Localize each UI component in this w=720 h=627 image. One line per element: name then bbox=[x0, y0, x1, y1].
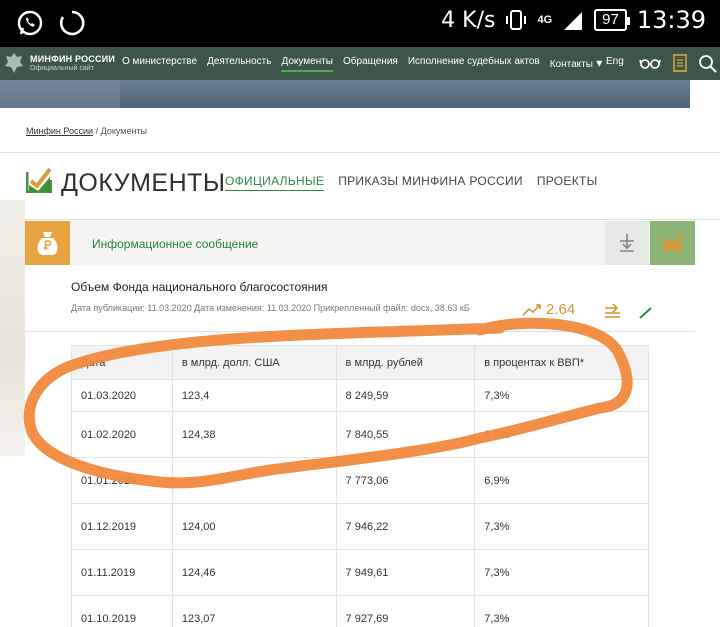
table-cell-gdp: 7,3% bbox=[474, 549, 649, 596]
table-cell-gdp: 7,3% bbox=[474, 503, 649, 550]
table-cell-date: 01.01.2020 bbox=[71, 457, 173, 504]
tools-button[interactable] bbox=[605, 221, 649, 265]
table-cell-date: 01.02.2020 bbox=[71, 411, 173, 458]
page-title: ДОКУМЕНТЫ bbox=[61, 169, 226, 197]
table-row: 01.11.2019 124,46 7 949,61 7,3% bbox=[71, 549, 649, 596]
table-cell-gdp: 7,3% bbox=[474, 595, 649, 627]
breadcrumb: Минфин России / Документы bbox=[26, 126, 147, 136]
money-bag-icon bbox=[37, 232, 58, 255]
site-header: МИНФИН РОССИИ Официальный сайт О министе… bbox=[0, 47, 720, 80]
table-cell-date: 01.10.2019 bbox=[71, 595, 173, 627]
clock: 13:39 bbox=[636, 6, 706, 34]
main-nav: О министерстве Деятельность Документы Об… bbox=[122, 56, 602, 72]
glasses-icon[interactable] bbox=[639, 53, 661, 73]
table-row: 01.10.2019 123,07 7 927,69 7,3% bbox=[71, 595, 649, 627]
table-cell-date: 01.03.2020 bbox=[71, 379, 173, 412]
divider bbox=[0, 219, 720, 220]
divider bbox=[0, 152, 720, 153]
breadcrumb-separator: / bbox=[95, 126, 99, 136]
header-banner-image bbox=[0, 80, 690, 108]
search-icon[interactable] bbox=[697, 53, 719, 73]
table-cell-usd: 124,46 bbox=[171, 549, 337, 596]
nav-item-ministry[interactable]: О министерстве bbox=[122, 56, 197, 72]
edit-icon[interactable] bbox=[637, 304, 657, 322]
column-header-rub: в млрд. рублей bbox=[335, 345, 476, 380]
rating-value: 2.64 bbox=[546, 301, 576, 318]
table-row: 01.02.2020 124,38 7 840,55 6,9% bbox=[71, 411, 649, 458]
table-cell-rub: 7 927,69 bbox=[335, 595, 476, 627]
document-rating: 2.64 bbox=[522, 301, 575, 318]
column-header-gdp: в процентах к ВВП* bbox=[474, 345, 649, 380]
logo-title[interactable]: МИНФИН РОССИИ bbox=[30, 54, 115, 64]
breadcrumb-current: Документы bbox=[100, 126, 148, 136]
table-header-row: Дата в млрд. долл. США в млрд. рублей в … bbox=[71, 345, 649, 380]
table-cell-rub: 8 249,59 bbox=[335, 379, 476, 412]
battery-indicator: 97 bbox=[594, 9, 630, 31]
document-title[interactable]: Объем Фонда национального благосостояния bbox=[71, 280, 328, 294]
tab-minfin-orders[interactable]: ПРИКАЗЫ МИНФИНА РОССИИ bbox=[338, 174, 523, 191]
table-cell-rub: 7 840,55 bbox=[335, 411, 476, 458]
tab-official[interactable]: ОФИЦИАЛЬНЫЕ bbox=[225, 174, 325, 191]
signal-icon bbox=[564, 12, 583, 30]
tab-projects[interactable]: ПРОЕКТЫ bbox=[537, 174, 598, 191]
table-cell-usd: 124,00 bbox=[171, 503, 337, 550]
status-bar: 4 K/s 4G 97 13:39 bbox=[0, 0, 720, 47]
breadcrumb-home[interactable]: Минфин России bbox=[26, 126, 93, 136]
table-cell-gdp: 7,3% bbox=[474, 379, 649, 412]
download-arrow-icon bbox=[620, 234, 634, 252]
nav-item-contacts[interactable]: Контакты bbox=[550, 56, 603, 72]
document-meta: Дата публикации: 11.03.2020 Дата изменен… bbox=[71, 303, 470, 313]
table-cell-date: 01.11.2019 bbox=[71, 549, 173, 596]
table-cell-usd: 124,38 bbox=[171, 411, 337, 458]
table-cell-date: 01.12.2019 bbox=[71, 503, 173, 550]
document-type-bar: Информационное сообщение bbox=[25, 221, 695, 265]
table-cell-gdp: 6,9% bbox=[474, 411, 649, 458]
vibrate-icon bbox=[506, 10, 527, 30]
table-cell-usd: 123,07 bbox=[171, 595, 337, 627]
table-cell-usd bbox=[171, 457, 337, 504]
column-header-usd: в млрд. долл. США bbox=[171, 345, 337, 380]
table-cell-usd: 123,4 bbox=[171, 379, 337, 412]
nav-item-court-acts[interactable]: Исполнение судебных актов bbox=[408, 56, 540, 72]
documents-section-icon bbox=[26, 167, 52, 193]
table-cell-rub: 7 949,61 bbox=[335, 549, 476, 596]
language-switch[interactable]: Eng bbox=[606, 56, 624, 67]
fund-volume-table: Дата в млрд. долл. США в млрд. рублей в … bbox=[71, 345, 649, 627]
money-bag-icon-box bbox=[25, 221, 70, 265]
nav-item-documents[interactable]: Документы bbox=[281, 56, 333, 72]
document-type-icon-box bbox=[650, 221, 695, 265]
table-cell-rub: 7 946,22 bbox=[335, 503, 476, 550]
share-icon[interactable] bbox=[603, 302, 623, 320]
document-icon[interactable] bbox=[669, 53, 691, 73]
background-photo-edge bbox=[0, 200, 25, 456]
document-type-label: Информационное сообщение bbox=[92, 237, 259, 251]
document-tabs: ОФИЦИАЛЬНЫЕ ПРИКАЗЫ МИНФИНА РОССИИ ПРОЕК… bbox=[225, 174, 598, 191]
trend-up-icon bbox=[522, 303, 541, 316]
logo-subtitle: Официальный сайт bbox=[30, 65, 94, 72]
table-row: 01.03.2020 123,4 8 249,59 7,3% bbox=[71, 379, 649, 412]
divider bbox=[25, 331, 695, 332]
coat-of-arms-icon[interactable] bbox=[2, 51, 26, 75]
check-document-icon bbox=[663, 232, 685, 252]
whatsapp-icon bbox=[17, 10, 43, 36]
nav-item-activity[interactable]: Деятельность bbox=[207, 56, 271, 72]
table-row: 01.01.2020 7 773,06 6,9% bbox=[71, 457, 649, 504]
nav-item-appeals[interactable]: Обращения bbox=[343, 56, 398, 72]
network-type: 4G bbox=[537, 14, 553, 26]
table-cell-rub: 7 773,06 bbox=[335, 457, 476, 504]
table-cell-gdp: 6,9% bbox=[474, 457, 649, 504]
table-row: 01.12.2019 124,00 7 946,22 7,3% bbox=[71, 503, 649, 550]
column-header-date: Дата bbox=[71, 345, 173, 380]
loading-circle-icon bbox=[59, 10, 85, 36]
network-speed: 4 K/s bbox=[441, 7, 496, 33]
